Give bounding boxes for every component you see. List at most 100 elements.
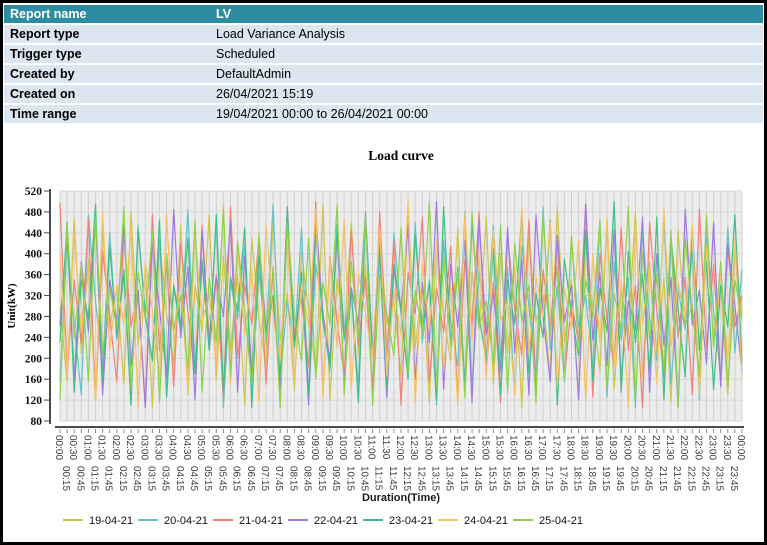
- report-field-value: 26/04/2021 15:19: [216, 85, 763, 103]
- x-tick-label: 11:00: [366, 435, 377, 460]
- x-tick-label: 07:15: [259, 466, 270, 491]
- x-tick-label: 23:45: [728, 466, 739, 491]
- x-tick-label: 13:15: [430, 466, 441, 491]
- x-tick-label: 21:30: [664, 435, 675, 460]
- report-field-label: Trigger type: [4, 45, 216, 63]
- x-tick-label: 03:00: [138, 435, 149, 460]
- y-tick-label: 80: [31, 416, 43, 428]
- x-tick-label: 05:30: [209, 435, 220, 460]
- x-tick-label: 02:30: [124, 435, 135, 460]
- report-row: Time range 19/04/2021 00:00 to 26/04/202…: [4, 105, 763, 123]
- report-row: Report type Load Variance Analysis: [4, 25, 763, 43]
- x-tick-label: 22:15: [685, 466, 696, 491]
- x-tick-label: 10:30: [351, 435, 362, 460]
- x-tick-label: 14:00: [451, 435, 462, 460]
- x-tick-label: 13:45: [444, 466, 455, 491]
- x-tick-label: 06:45: [245, 466, 256, 491]
- legend-label-24-04-21: 24-04-21: [464, 515, 508, 527]
- x-tick-label: 09:00: [309, 435, 320, 460]
- report-field-value: LV: [216, 5, 763, 23]
- x-tick-label: 07:30: [266, 435, 277, 460]
- x-tick-label: 10:15: [344, 466, 355, 491]
- x-tick-label: 00:00: [735, 435, 746, 460]
- x-tick-label: 08:15: [287, 466, 298, 491]
- x-tick-label: 00:15: [60, 466, 71, 491]
- x-tick-label: 10:45: [358, 466, 369, 491]
- x-tick-label: 09:15: [316, 466, 327, 491]
- x-tick-label: 22:30: [692, 435, 703, 460]
- x-tick-label: 04:15: [174, 466, 185, 491]
- x-tick-label: 18:30: [579, 435, 590, 460]
- x-tick-label: 16:15: [515, 466, 526, 491]
- y-tick-label: 240: [25, 332, 43, 344]
- report-field-value: Load Variance Analysis: [216, 25, 763, 43]
- x-tick-label: 19:00: [593, 435, 604, 460]
- x-tick-label: 20:00: [621, 435, 632, 460]
- x-tick-label: 20:30: [636, 435, 647, 460]
- x-tick-label: 18:15: [572, 466, 583, 491]
- x-tick-label: 08:30: [295, 435, 306, 460]
- x-tick-label: 14:45: [472, 466, 483, 491]
- x-tick-label: 22:45: [699, 466, 710, 491]
- x-tick-label: 11:45: [387, 466, 398, 491]
- report-row: Trigger type Scheduled: [4, 45, 763, 63]
- report-field-label: Report type: [4, 25, 216, 43]
- load-curve-chart: 8012016020024028032036040044048052000:00…: [3, 143, 767, 545]
- x-tick-label: 05:00: [195, 435, 206, 460]
- x-tick-label: 23:15: [714, 466, 725, 491]
- x-tick-label: 21:45: [671, 466, 682, 491]
- legend-label-23-04-21: 23-04-21: [389, 515, 433, 527]
- x-tick-label: 21:00: [650, 435, 661, 460]
- x-tick-label: 12:15: [401, 466, 412, 491]
- x-tick-label: 18:00: [565, 435, 576, 460]
- x-tick-label: 13:00: [422, 435, 433, 460]
- chart-title: Load curve: [368, 148, 434, 163]
- x-tick-label: 23:30: [721, 435, 732, 460]
- x-tick-label: 09:30: [323, 435, 334, 460]
- x-tick-label: 20:15: [628, 466, 639, 491]
- y-tick-label: 440: [25, 228, 43, 240]
- x-tick-label: 01:15: [89, 466, 100, 491]
- report-field-value: 19/04/2021 00:00 to 26/04/2021 00:00: [216, 105, 763, 123]
- x-tick-label: 22:00: [678, 435, 689, 460]
- x-tick-label: 23:00: [707, 435, 718, 460]
- report-row: Created by DefaultAdmin: [4, 65, 763, 83]
- x-tick-label: 10:00: [337, 435, 348, 460]
- y-tick-label: 480: [25, 207, 43, 219]
- y-tick-label: 320: [25, 291, 43, 303]
- y-tick-label: 400: [25, 249, 43, 261]
- x-tick-label: 03:30: [152, 435, 163, 460]
- x-tick-label: 11:30: [380, 435, 391, 460]
- x-tick-label: 03:15: [145, 466, 156, 491]
- x-tick-label: 15:15: [486, 466, 497, 491]
- x-tick-label: 02:00: [110, 435, 121, 460]
- x-tick-label: 08:00: [280, 435, 291, 460]
- x-tick-label: 01:00: [81, 435, 92, 460]
- y-tick-label: 160: [25, 374, 43, 386]
- x-tick-label: 04:00: [167, 435, 178, 460]
- x-tick-label: 11:15: [373, 466, 384, 491]
- x-tick-label: 19:45: [614, 466, 625, 491]
- x-tick-label: 01:30: [96, 435, 107, 460]
- x-tick-label: 12:00: [394, 435, 405, 460]
- x-tick-label: 00:00: [53, 435, 64, 460]
- x-tick-label: 16:45: [529, 466, 540, 491]
- x-tick-label: 01:45: [103, 466, 114, 491]
- x-tick-label: 04:45: [188, 466, 199, 491]
- legend-label-25-04-21: 25-04-21: [539, 515, 583, 527]
- x-tick-label: 14:15: [458, 466, 469, 491]
- y-tick-label: 520: [25, 186, 43, 198]
- x-tick-label: 00:45: [74, 466, 85, 491]
- x-tick-label: 05:15: [202, 466, 213, 491]
- x-tick-label: 09:45: [330, 466, 341, 491]
- report-row-header: Report name LV: [4, 5, 763, 23]
- x-tick-label: 06:00: [224, 435, 235, 460]
- x-tick-label: 19:30: [607, 435, 618, 460]
- x-tick-label: 17:00: [536, 435, 547, 460]
- x-tick-label: 12:30: [408, 435, 419, 460]
- x-tick-label: 13:30: [437, 435, 448, 460]
- legend-label-20-04-21: 20-04-21: [164, 515, 208, 527]
- x-tick-label: 02:45: [131, 466, 142, 491]
- x-tick-label: 20:45: [643, 466, 654, 491]
- x-tick-label: 16:00: [508, 435, 519, 460]
